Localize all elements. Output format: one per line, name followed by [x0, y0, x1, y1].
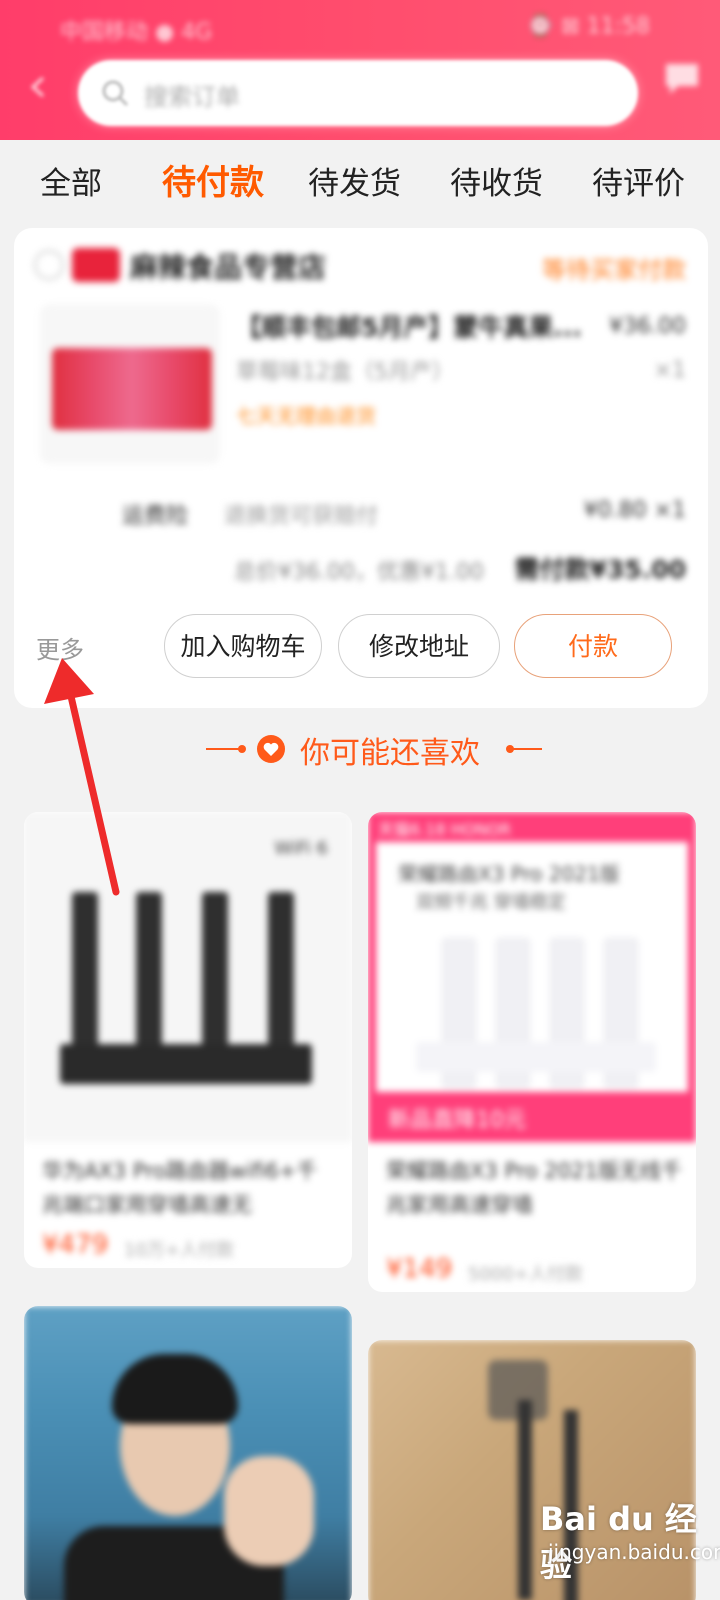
- product-image-photo: [24, 1306, 352, 1600]
- baidu-watermark: Bai du 经验 jingyan.baidu.com: [540, 1500, 720, 1584]
- shop-name[interactable]: 麻辣食品专营店: [130, 246, 326, 286]
- tab-pending-review[interactable]: 待评价: [592, 158, 685, 203]
- divider-right: [512, 748, 542, 750]
- message-icon[interactable]: [660, 56, 704, 100]
- shipping-insurance-price: ¥0.80 ×1: [583, 498, 686, 523]
- app-header: 中国移动 ● 4G ⌚ ⊠ 11:58 搜索订单: [0, 0, 720, 140]
- add-to-cart-button[interactable]: 加入购物车: [164, 614, 322, 678]
- product-card-title: 荣耀路由X3 Pro 2021版无线千兆家用高速穿墙: [386, 1159, 682, 1217]
- tab-pending-shipment[interactable]: 待发货: [308, 158, 401, 203]
- recommend-header: 你可能还喜欢: [0, 722, 720, 778]
- heart-icon: [257, 735, 285, 763]
- shipping-insurance-label: 运费险: [122, 504, 189, 529]
- tab-pending-payment[interactable]: 待付款: [162, 155, 264, 204]
- product-card-sales: 5000+人付款: [468, 1264, 583, 1285]
- search-input[interactable]: 搜索订单: [78, 60, 638, 126]
- tab-all[interactable]: 全部: [40, 158, 102, 203]
- search-icon: [102, 80, 129, 107]
- product-spec: 草莓味12盒（5月产）: [236, 360, 454, 385]
- product-tag: 七天无理由退货: [236, 404, 376, 428]
- product-card[interactable]: [24, 1306, 352, 1600]
- change-address-button[interactable]: 修改地址: [338, 614, 500, 678]
- pay-button[interactable]: 付款: [514, 614, 672, 678]
- order-tabs: 全部 待付款 待发货 待收货 待评价: [0, 140, 720, 220]
- status-bar-right: ⌚ ⊠ 11:58: [526, 14, 650, 39]
- divider-left: [206, 748, 240, 750]
- product-quantity: ×1: [653, 358, 686, 383]
- more-link[interactable]: 更多: [36, 630, 84, 665]
- order-card: 麻辣食品专营店 等待买家付款 【顺丰包邮5月产】蒙牛真果... ¥36.00 草…: [14, 228, 708, 708]
- product-price: ¥36.00: [609, 314, 686, 339]
- order-total-text: 总价¥36.00，优惠¥1.00: [234, 560, 484, 585]
- recommend-title: 你可能还喜欢: [300, 736, 480, 771]
- search-placeholder: 搜索订单: [144, 83, 240, 111]
- product-image-router: WiFi 6: [24, 812, 352, 1142]
- product-card[interactable]: WiFi 6 华为AX3 Pro路由器wifi6+千兆端口家用穿墙高速无 ¥47…: [24, 812, 352, 1268]
- shipping-insurance-text: 退换货可获赔付: [224, 504, 379, 529]
- order-status: 等待买家付款: [542, 256, 686, 284]
- product-card-title: 华为AX3 Pro路由器wifi6+千兆端口家用穿墙高速无: [42, 1159, 318, 1217]
- product-card-price: ¥479: [42, 1230, 109, 1260]
- order-checkbox[interactable]: [34, 250, 64, 280]
- order-amount-due: 需付款¥35.00: [514, 555, 686, 584]
- product-card-sales: 10万+人付款: [124, 1240, 234, 1261]
- shop-logo-icon: [72, 248, 120, 282]
- product-card-price: ¥149: [386, 1254, 453, 1284]
- status-bar-left: 中国移动 ● 4G: [60, 20, 213, 45]
- product-card[interactable]: 天猫6.18 HONOR 荣耀路由X3 Pro 2021版 双频千兆 穿墙稳定 …: [368, 812, 696, 1292]
- tab-pending-receipt[interactable]: 待收货: [450, 158, 543, 203]
- product-image-router: 天猫6.18 HONOR 荣耀路由X3 Pro 2021版 双频千兆 穿墙稳定 …: [368, 812, 696, 1142]
- back-arrow-icon[interactable]: [28, 76, 50, 98]
- product-image[interactable]: [40, 304, 220, 464]
- product-title[interactable]: 【顺丰包邮5月产】蒙牛真果...: [236, 308, 582, 344]
- status-bar: 中国移动 ● 4G ⌚ ⊠ 11:58: [0, 0, 720, 50]
